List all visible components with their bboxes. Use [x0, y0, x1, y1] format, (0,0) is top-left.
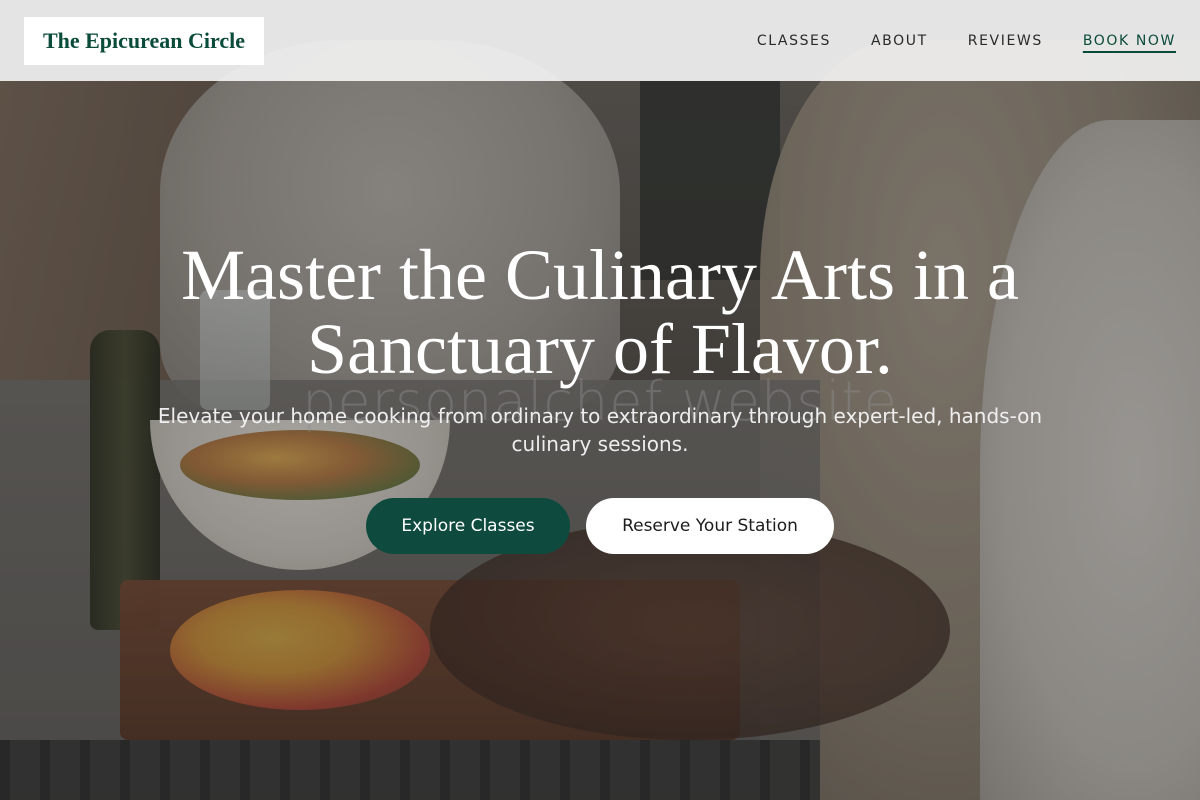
main-nav: CLASSES ABOUT REVIEWS BOOK NOW [757, 33, 1176, 49]
nav-about[interactable]: ABOUT [871, 33, 928, 49]
nav-book-now[interactable]: BOOK NOW [1083, 33, 1176, 49]
site-header: The Epicurean Circle CLASSES ABOUT REVIE… [0, 0, 1200, 81]
hero-title: Master the Culinary Arts in a Sanctuary … [0, 238, 1200, 386]
hero-title-line1: Master the Culinary Arts in a [181, 235, 1019, 315]
brand-logo[interactable]: The Epicurean Circle [24, 16, 264, 65]
hero-content: Master the Culinary Arts in a Sanctuary … [0, 238, 1200, 554]
hero-cta-group: Explore Classes Reserve Your Station [0, 498, 1200, 554]
nav-classes[interactable]: CLASSES [757, 33, 831, 49]
explore-classes-button[interactable]: Explore Classes [366, 498, 570, 554]
reserve-station-button[interactable]: Reserve Your Station [586, 498, 834, 554]
hero-subtitle: Elevate your home cooking from ordinary … [157, 404, 1043, 456]
hero-title-line2: Sanctuary of Flavor. [307, 309, 893, 389]
nav-reviews[interactable]: REVIEWS [968, 33, 1043, 49]
